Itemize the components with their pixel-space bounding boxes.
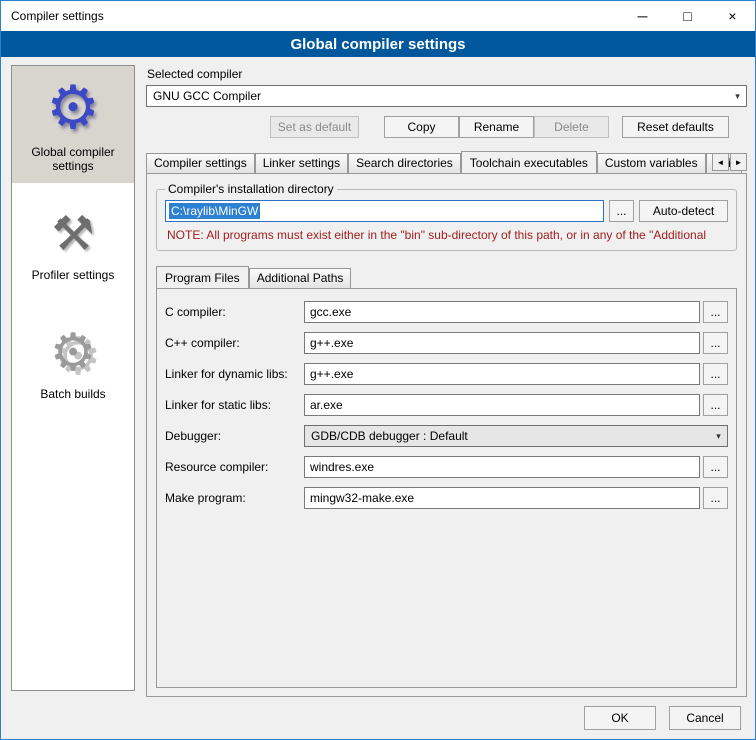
profiler-tools-icon: ⚒ xyxy=(51,207,94,263)
form-row-linker-static: Linker for static libs: ... xyxy=(165,394,728,416)
installation-directory-input[interactable]: C:\raylib\MinGW xyxy=(165,200,604,222)
sidebar-item-label: Batch builds xyxy=(40,387,105,401)
tab-additional-paths[interactable]: Additional Paths xyxy=(249,268,352,288)
linker-dynamic-input[interactable] xyxy=(304,363,700,385)
bin-subdirectory-note: NOTE: All programs must exist either in … xyxy=(167,228,728,242)
rename-button[interactable]: Rename xyxy=(459,116,534,138)
browse-button[interactable]: ... xyxy=(703,456,728,478)
linker-static-input[interactable] xyxy=(304,394,700,416)
tab-compiler-settings[interactable]: Compiler settings xyxy=(146,153,255,173)
browse-button[interactable]: ... xyxy=(703,394,728,416)
close-button[interactable]: × xyxy=(710,1,755,31)
minimize-button[interactable]: ─ xyxy=(620,1,665,31)
chevron-down-icon: ▾ xyxy=(729,91,746,102)
sidebar-item-profiler-settings[interactable]: ⚒ Profiler settings xyxy=(12,183,134,292)
tab-search-directories[interactable]: Search directories xyxy=(348,153,461,173)
form-row-make-program: Make program: ... xyxy=(165,487,728,509)
browse-button[interactable]: ... xyxy=(703,332,728,354)
tab-linker-settings[interactable]: Linker settings xyxy=(255,153,348,173)
maximize-button[interactable]: □ xyxy=(665,1,710,31)
compiler-select-value: GNU GCC Compiler xyxy=(147,89,729,103)
auto-detect-button[interactable]: Auto-detect xyxy=(639,200,728,222)
dialog-header: Global compiler settings xyxy=(1,31,755,57)
compiler-settings-window: Compiler settings ─ □ × Global compiler … xyxy=(0,0,756,740)
copy-button[interactable]: Copy xyxy=(384,116,459,138)
toolchain-executables-page: Compiler's installation directory C:\ray… xyxy=(146,173,747,697)
program-files-panel: C compiler: ... C++ compiler: ... Linker… xyxy=(156,288,737,688)
browse-directory-button[interactable]: ... xyxy=(609,200,634,222)
tab-custom-variables[interactable]: Custom variables xyxy=(597,153,706,173)
main-panel: Selected compiler GNU GCC Compiler ▾ Set… xyxy=(146,65,747,697)
tab-scroll-left-icon[interactable]: ◄ xyxy=(712,153,729,171)
installation-directory-row: C:\raylib\MinGW ... Auto-detect xyxy=(165,200,728,222)
browse-button[interactable]: ... xyxy=(703,487,728,509)
installation-directory-value: C:\raylib\MinGW xyxy=(169,203,260,219)
make-program-input[interactable] xyxy=(304,487,700,509)
titlebar: Compiler settings ─ □ × xyxy=(1,1,755,31)
chevron-down-icon: ▾ xyxy=(710,431,727,442)
browse-button[interactable]: ... xyxy=(703,363,728,385)
c-compiler-input[interactable] xyxy=(304,301,700,323)
tab-scroll-right-icon[interactable]: ► xyxy=(730,153,747,171)
field-label: Resource compiler: xyxy=(165,460,304,474)
delete-button[interactable]: Delete xyxy=(534,116,609,138)
field-label: Linker for static libs: xyxy=(165,398,304,412)
field-label: Make program: xyxy=(165,491,304,505)
selected-compiler-label: Selected compiler xyxy=(147,67,747,81)
form-row-c-compiler: C compiler: ... xyxy=(165,301,728,323)
settings-tab-strip: Compiler settings Linker settings Search… xyxy=(146,148,747,173)
sidebar-item-global-compiler-settings[interactable]: ⚙ Global compiler settings xyxy=(12,66,134,183)
dialog-content: ⚙ Global compiler settings ⚒ Profiler se… xyxy=(1,57,755,697)
form-row-resource-compiler: Resource compiler: ... xyxy=(165,456,728,478)
debugger-select-value: GDB/CDB debugger : Default xyxy=(305,429,710,443)
field-label: C compiler: xyxy=(165,305,304,319)
gear-icon: ⚙ xyxy=(46,76,100,140)
sidebar-item-label: Profiler settings xyxy=(32,268,115,282)
cpp-compiler-input[interactable] xyxy=(304,332,700,354)
program-files-tab-strip: Program Files Additional Paths xyxy=(156,263,737,288)
tab-scroll-arrows: ◄ ► xyxy=(712,153,747,171)
field-label: C++ compiler: xyxy=(165,336,304,350)
dialog-footer: OK Cancel xyxy=(1,697,755,739)
form-row-cpp-compiler: C++ compiler: ... xyxy=(165,332,728,354)
sidebar-item-label: Global compiler settings xyxy=(14,145,132,173)
gears-icon: ⚙ xyxy=(50,324,97,382)
sidebar: ⚙ Global compiler settings ⚒ Profiler se… xyxy=(11,65,135,691)
cancel-button[interactable]: Cancel xyxy=(669,706,741,730)
sidebar-item-batch-builds[interactable]: ⚙ Batch builds xyxy=(12,292,134,411)
form-row-debugger: Debugger: GDB/CDB debugger : Default ▾ xyxy=(165,425,728,447)
set-as-default-button[interactable]: Set as default xyxy=(270,116,359,138)
debugger-select[interactable]: GDB/CDB debugger : Default ▾ xyxy=(304,425,728,447)
field-label: Linker for dynamic libs: xyxy=(165,367,304,381)
compiler-select[interactable]: GNU GCC Compiler ▾ xyxy=(146,85,747,107)
form-row-linker-dynamic: Linker for dynamic libs: ... xyxy=(165,363,728,385)
field-label: Debugger: xyxy=(165,429,304,443)
window-controls: ─ □ × xyxy=(620,1,755,31)
compiler-buttons-row: Set as default Copy Rename Delete Reset … xyxy=(146,116,747,138)
window-title: Compiler settings xyxy=(1,9,104,23)
tab-program-files[interactable]: Program Files xyxy=(156,266,249,288)
installation-directory-group: Compiler's installation directory C:\ray… xyxy=(156,182,737,251)
browse-button[interactable]: ... xyxy=(703,301,728,323)
ok-button[interactable]: OK xyxy=(584,706,656,730)
resource-compiler-input[interactable] xyxy=(304,456,700,478)
tab-toolchain-executables[interactable]: Toolchain executables xyxy=(461,151,597,173)
reset-defaults-button[interactable]: Reset defaults xyxy=(622,116,729,138)
installation-directory-legend: Compiler's installation directory xyxy=(165,182,337,196)
